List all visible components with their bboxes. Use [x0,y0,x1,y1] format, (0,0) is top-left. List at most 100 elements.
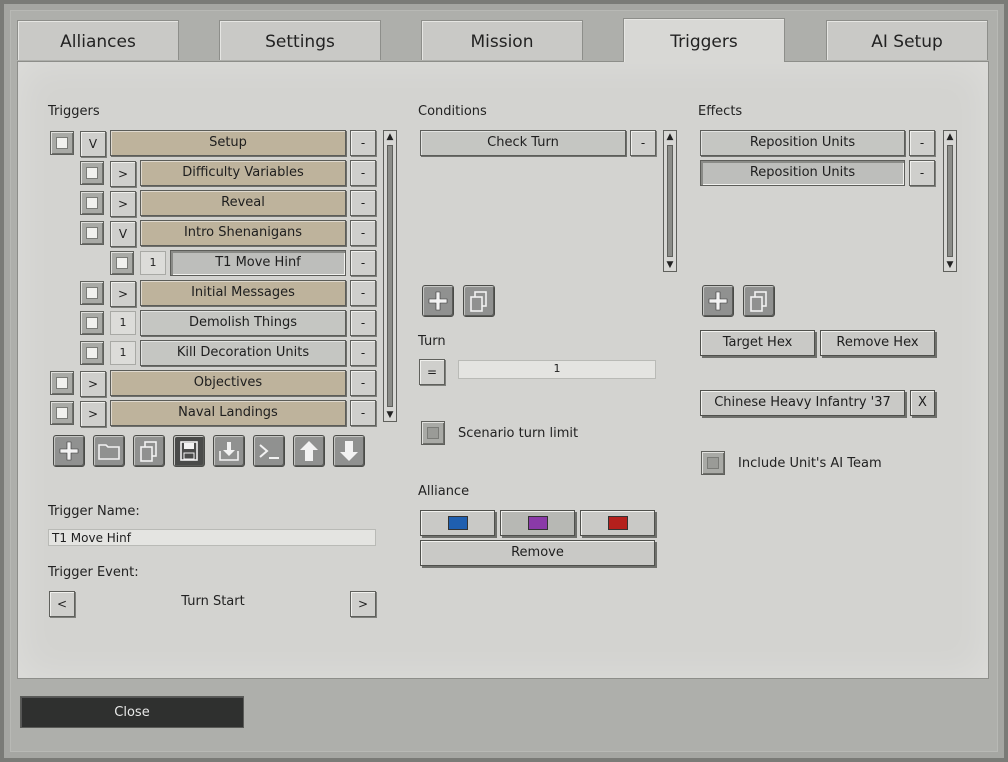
copy-condition-button[interactable] [463,285,495,317]
turn-operator-button[interactable]: = [419,359,445,385]
effects-scrollbar[interactable]: ▲ ▼ [943,130,957,272]
trigger-item[interactable]: Naval Landings [110,400,346,426]
remove-trigger-button[interactable]: - [350,160,376,186]
conditions-heading: Conditions [418,104,487,119]
trigger-expand-button[interactable]: V [80,131,106,157]
alliance-purple-button[interactable] [500,510,575,536]
add-icon [59,441,79,461]
trigger-enable-checkbox[interactable] [50,371,74,395]
trigger-expand-button[interactable]: > [80,401,106,427]
clear-unit-button[interactable]: X [910,390,935,416]
blue-swatch [447,516,468,530]
trigger-enable-checkbox[interactable] [80,281,104,305]
tab-settings[interactable]: Settings [219,20,381,60]
alliance-blue-button[interactable] [420,510,495,536]
trigger-item[interactable]: Objectives [110,370,346,396]
copy-effect-button[interactable] [743,285,775,317]
trigger-event-value: Turn Start [181,594,245,609]
remove-condition-button[interactable]: - [630,130,656,156]
arrow-down-icon [340,441,358,461]
folder-button[interactable] [93,435,125,467]
remove-effect-button[interactable]: - [909,160,935,186]
copy-icon [750,291,767,312]
trigger-item[interactable]: Difficulty Variables [140,160,346,186]
remove-trigger-button[interactable]: - [350,370,376,396]
turn-value-input[interactable]: 1 [458,360,656,379]
alliance-red-button[interactable] [580,510,655,536]
scroll-up-arrow[interactable]: ▲ [944,131,956,143]
scroll-down-arrow[interactable]: ▼ [664,259,676,271]
scroll-track[interactable] [947,145,953,257]
trigger-name-input[interactable]: T1 Move Hinf [48,529,376,546]
console-button[interactable] [253,435,285,467]
unit-type-button[interactable]: Chinese Heavy Infantry '37 [700,390,905,416]
remove-trigger-button[interactable]: - [350,250,376,276]
trigger-expand-button[interactable]: V [110,221,136,247]
scroll-up-arrow[interactable]: ▲ [384,131,396,143]
trigger-enable-checkbox[interactable] [80,311,104,335]
import-trigger-button[interactable] [213,435,245,467]
remove-alliance-button[interactable]: Remove [420,540,655,566]
condition-check-turn[interactable]: Check Turn [420,130,626,156]
remove-trigger-button[interactable]: - [350,280,376,306]
move-up-button[interactable] [293,435,325,467]
trigger-expand-button[interactable]: > [80,371,106,397]
scroll-down-arrow[interactable]: ▼ [944,259,956,271]
trigger-enable-checkbox[interactable] [110,251,134,275]
save-trigger-button[interactable] [173,435,205,467]
close-button[interactable]: Close [20,696,244,728]
trigger-expand-button[interactable]: > [110,281,136,307]
scroll-down-arrow[interactable]: ▼ [384,409,396,421]
remove-trigger-button[interactable]: - [350,310,376,336]
trigger-item[interactable]: Reveal [140,190,346,216]
import-icon [219,442,239,461]
trigger-enable-checkbox[interactable] [80,341,104,365]
remove-trigger-button[interactable]: - [350,400,376,426]
scenario-turn-limit-checkbox[interactable] [421,421,445,445]
remove-trigger-button[interactable]: - [350,340,376,366]
include-ai-team-checkbox[interactable] [701,451,725,475]
effect-reposition-units[interactable]: Reposition Units [700,160,905,186]
trigger-item[interactable]: Kill Decoration Units [140,340,346,366]
trigger-item[interactable]: Setup [110,130,346,156]
triggers-scrollbar[interactable]: ▲ ▼ [383,130,397,422]
remove-trigger-button[interactable]: - [350,220,376,246]
tab-ai-setup[interactable]: AI Setup [826,20,988,60]
remove-hex-button[interactable]: Remove Hex [820,330,935,356]
add-trigger-button[interactable] [53,435,85,467]
trigger-order-number[interactable]: 1 [140,251,166,275]
effects-heading: Effects [698,104,743,119]
remove-trigger-button[interactable]: - [350,130,376,156]
add-condition-button[interactable] [422,285,454,317]
trigger-enable-checkbox[interactable] [80,221,104,245]
conditions-scrollbar[interactable]: ▲ ▼ [663,130,677,272]
scroll-track[interactable] [387,145,393,407]
event-prev-button[interactable]: < [49,591,75,617]
trigger-expand-button[interactable]: > [110,161,136,187]
scroll-up-arrow[interactable]: ▲ [664,131,676,143]
copy-trigger-button[interactable] [133,435,165,467]
remove-effect-button[interactable]: - [909,130,935,156]
move-down-button[interactable] [333,435,365,467]
trigger-order-number[interactable]: 1 [110,341,136,365]
trigger-expand-button[interactable]: > [110,191,136,217]
include-ai-team-label: Include Unit's AI Team [738,456,882,471]
effect-reposition-units[interactable]: Reposition Units [700,130,905,156]
trigger-enable-checkbox[interactable] [80,191,104,215]
trigger-item[interactable]: Initial Messages [140,280,346,306]
trigger-enable-checkbox[interactable] [50,401,74,425]
trigger-item[interactable]: Intro Shenanigans [140,220,346,246]
tab-alliances[interactable]: Alliances [17,20,179,60]
trigger-order-number[interactable]: 1 [110,311,136,335]
trigger-enable-checkbox[interactable] [80,161,104,185]
event-next-button[interactable]: > [350,591,376,617]
tab-mission[interactable]: Mission [421,20,583,60]
tab-triggers[interactable]: Triggers [623,18,785,62]
add-effect-button[interactable] [702,285,734,317]
trigger-enable-checkbox[interactable] [50,131,74,155]
trigger-item[interactable]: Demolish Things [140,310,346,336]
scroll-track[interactable] [667,145,673,257]
trigger-item[interactable]: T1 Move Hinf [170,250,346,276]
target-hex-button[interactable]: Target Hex [700,330,815,356]
remove-trigger-button[interactable]: - [350,190,376,216]
